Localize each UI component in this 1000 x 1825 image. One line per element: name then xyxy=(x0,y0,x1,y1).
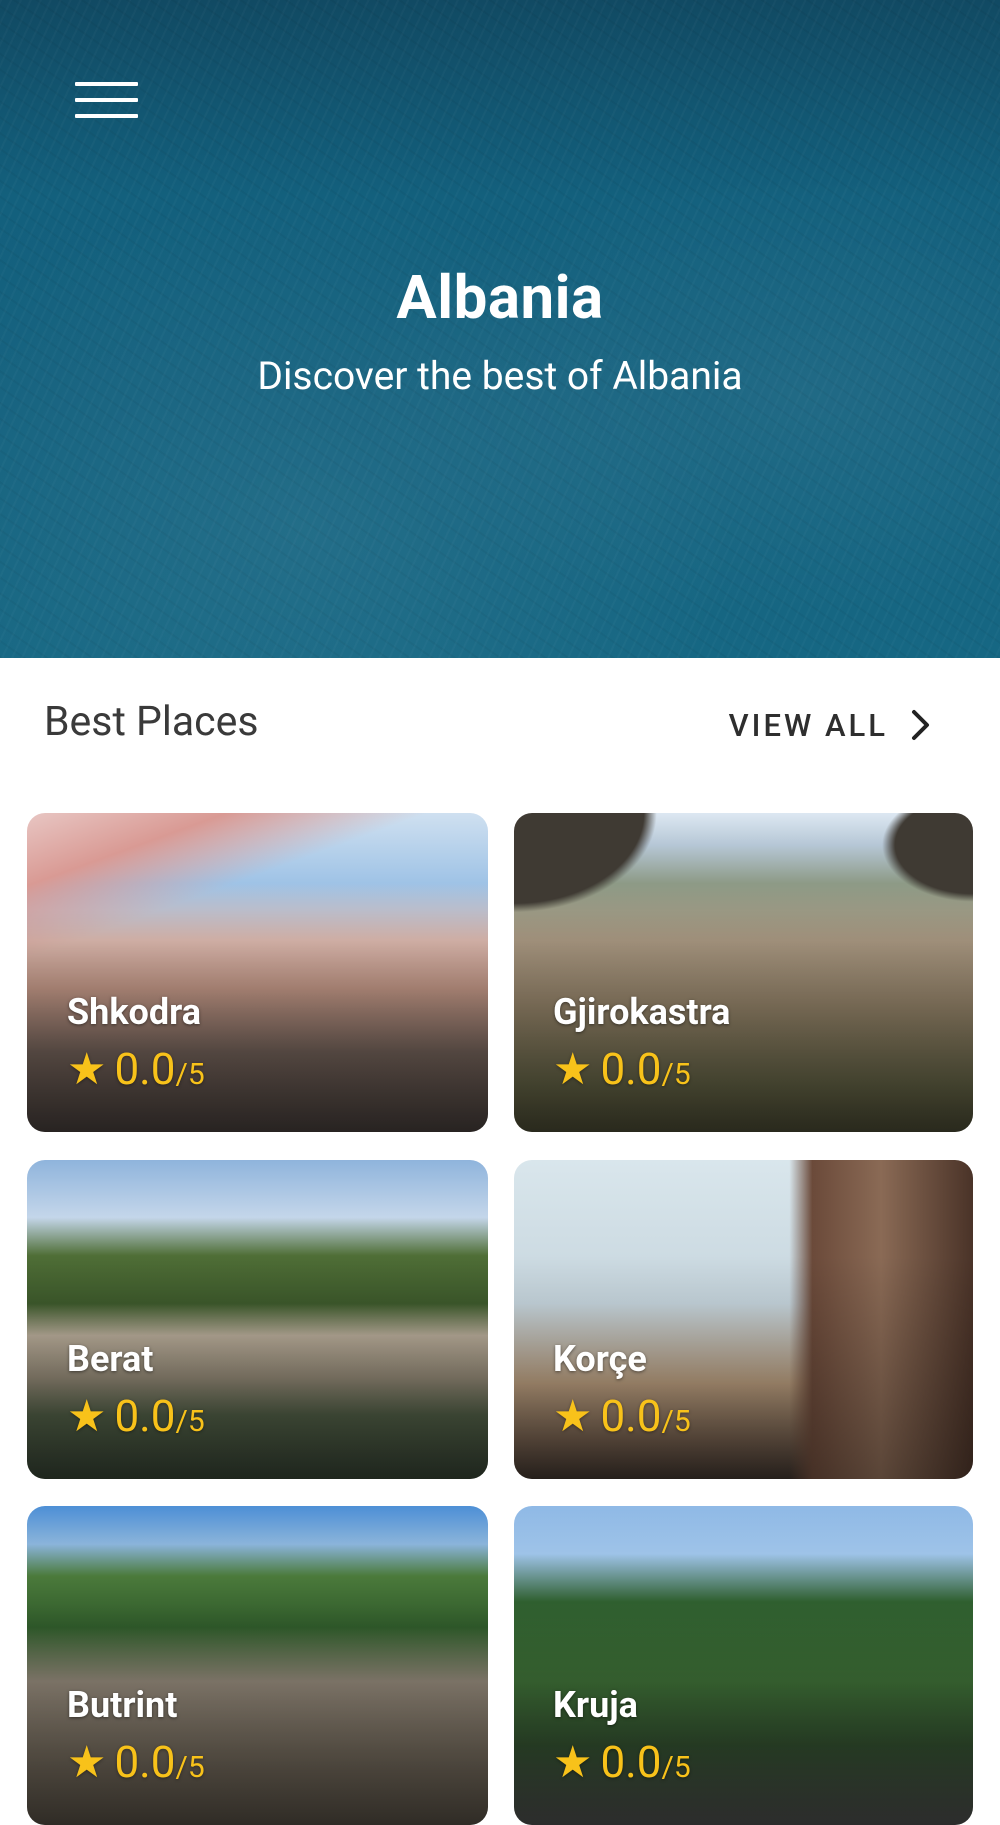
rating-value: 0.0 xyxy=(114,1736,176,1788)
place-rating: ★ 0.0 /5 xyxy=(67,1736,205,1788)
place-card-korce[interactable]: Korçe ★ 0.0 /5 xyxy=(514,1160,973,1479)
rating-max: /5 xyxy=(661,1750,691,1785)
place-name: Shkodra xyxy=(67,991,202,1033)
place-card-kruja[interactable]: Kruja ★ 0.0 /5 xyxy=(514,1506,973,1825)
place-rating: ★ 0.0 /5 xyxy=(553,1043,691,1095)
hero-header: Albania Discover the best of Albania xyxy=(0,0,1000,658)
place-rating: ★ 0.0 /5 xyxy=(553,1736,691,1788)
star-icon: ★ xyxy=(553,1390,593,1442)
star-icon: ★ xyxy=(553,1043,593,1095)
chevron-right-icon xyxy=(912,710,929,740)
rating-max: /5 xyxy=(661,1057,691,1092)
rating-value: 0.0 xyxy=(600,1390,662,1442)
place-name: Butrint xyxy=(67,1684,178,1726)
place-card-butrint[interactable]: Butrint ★ 0.0 /5 xyxy=(27,1506,488,1825)
view-all-button[interactable]: VIEW ALL xyxy=(729,700,932,750)
star-icon: ★ xyxy=(67,1043,107,1095)
star-icon: ★ xyxy=(553,1736,593,1788)
star-icon: ★ xyxy=(67,1390,107,1442)
page-subtitle: Discover the best of Albania xyxy=(257,353,743,399)
rating-value: 0.0 xyxy=(600,1043,662,1095)
view-all-label: VIEW ALL xyxy=(728,706,888,744)
place-name: Gjirokastra xyxy=(553,991,731,1033)
rating-value: 0.0 xyxy=(114,1043,176,1095)
rating-max: /5 xyxy=(661,1404,691,1439)
place-rating: ★ 0.0 /5 xyxy=(553,1390,691,1442)
rating-max: /5 xyxy=(175,1057,205,1092)
rating-value: 0.0 xyxy=(114,1390,176,1442)
place-card-gjirokastra[interactable]: Gjirokastra ★ 0.0 /5 xyxy=(514,813,973,1132)
place-card-shkodra[interactable]: Shkodra ★ 0.0 /5 xyxy=(27,813,488,1132)
place-name: Berat xyxy=(67,1338,154,1380)
rating-max: /5 xyxy=(175,1404,205,1439)
section-title: Best Places xyxy=(44,698,259,746)
place-rating: ★ 0.0 /5 xyxy=(67,1043,205,1095)
page-title: Albania xyxy=(396,262,604,333)
place-name: Korçe xyxy=(553,1338,647,1380)
star-icon: ★ xyxy=(67,1736,107,1788)
place-rating: ★ 0.0 /5 xyxy=(67,1390,205,1442)
menu-button[interactable] xyxy=(64,70,144,130)
rating-value: 0.0 xyxy=(600,1736,662,1788)
rating-max: /5 xyxy=(175,1750,205,1785)
place-name: Kruja xyxy=(553,1684,638,1726)
place-card-berat[interactable]: Berat ★ 0.0 /5 xyxy=(27,1160,488,1479)
